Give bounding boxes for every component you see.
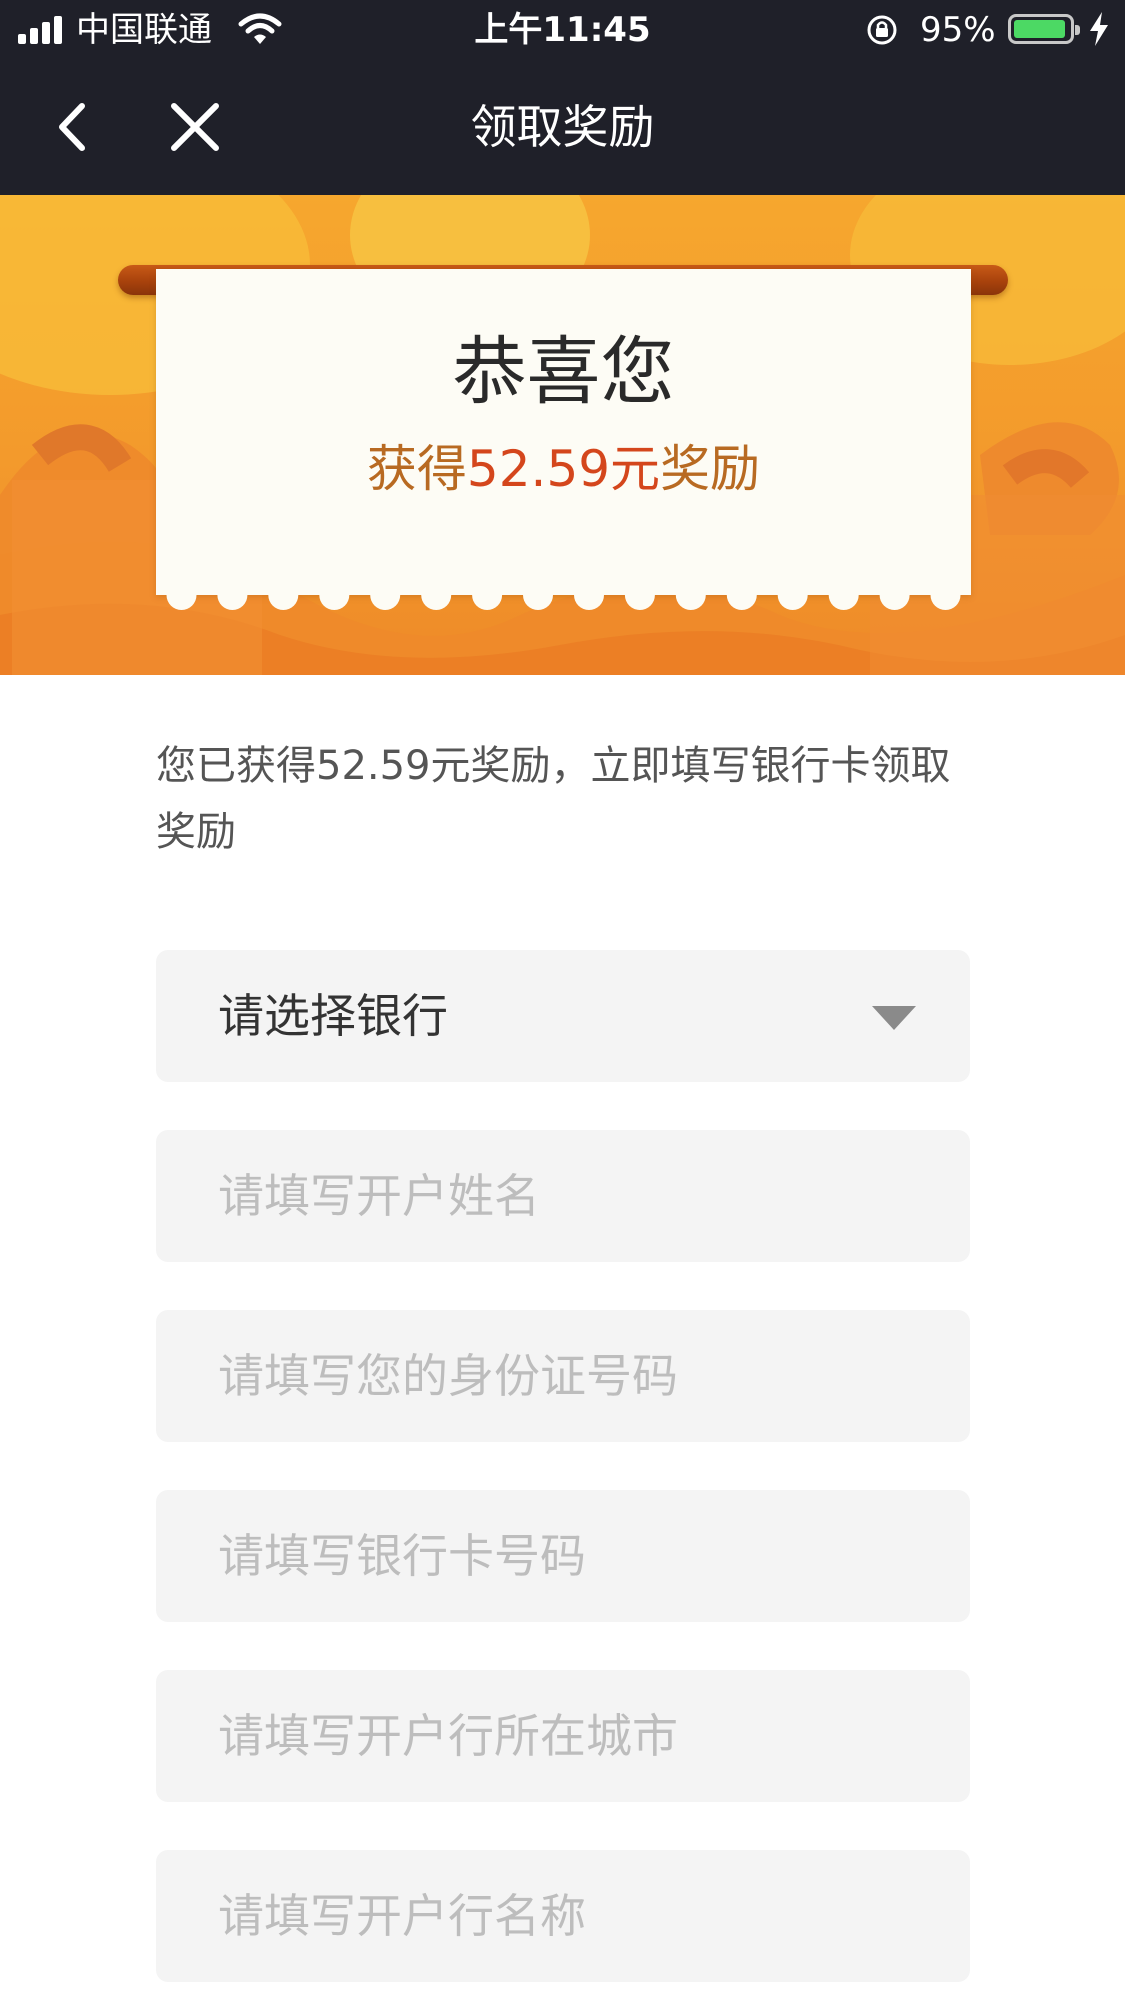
name-field[interactable] bbox=[156, 1130, 970, 1262]
nav-bar: 领取奖励 bbox=[0, 62, 1125, 195]
dropdown-arrow-icon bbox=[872, 1006, 916, 1030]
battery-icon bbox=[1008, 14, 1080, 44]
card-number-input[interactable] bbox=[218, 1490, 918, 1622]
reward-suffix: 奖励 bbox=[660, 440, 761, 498]
bank-select[interactable]: 请选择银行 bbox=[156, 950, 970, 1082]
bank-select-label: 请选择银行 bbox=[218, 989, 448, 1043]
page-title: 领取奖励 bbox=[470, 100, 655, 154]
rotation-lock-icon bbox=[867, 15, 897, 45]
bank-city-field[interactable] bbox=[156, 1670, 970, 1802]
reward-text: 获得52.59元奖励 bbox=[156, 437, 971, 501]
charging-bolt-icon bbox=[1090, 12, 1108, 46]
id-number-input[interactable] bbox=[218, 1310, 918, 1442]
id-number-field[interactable] bbox=[156, 1310, 970, 1442]
bank-branch-field[interactable] bbox=[156, 1850, 970, 1982]
reward-amount: 52.59元 bbox=[466, 440, 661, 498]
bank-branch-input[interactable] bbox=[218, 1850, 918, 1982]
scroll-scalloped-edge bbox=[156, 580, 971, 610]
reward-banner: 恭喜您 获得52.59元奖励 bbox=[0, 195, 1125, 675]
reward-description: 您已获得52.59元奖励，立即填写银行卡领取奖励 bbox=[156, 743, 951, 855]
reward-scroll: 恭喜您 获得52.59元奖励 bbox=[156, 269, 971, 595]
top-bar: 中国联通 上午11:45 95% 领取奖励 bbox=[0, 0, 1125, 195]
battery-fill bbox=[1014, 20, 1065, 38]
status-bar: 中国联通 上午11:45 95% bbox=[0, 0, 1125, 62]
reward-prefix: 获得 bbox=[366, 440, 467, 498]
name-input[interactable] bbox=[218, 1130, 918, 1262]
card-number-field[interactable] bbox=[156, 1490, 970, 1622]
bank-city-input[interactable] bbox=[218, 1670, 918, 1802]
congrats-heading: 恭喜您 bbox=[452, 329, 675, 415]
battery-percent: 95% bbox=[920, 10, 996, 50]
